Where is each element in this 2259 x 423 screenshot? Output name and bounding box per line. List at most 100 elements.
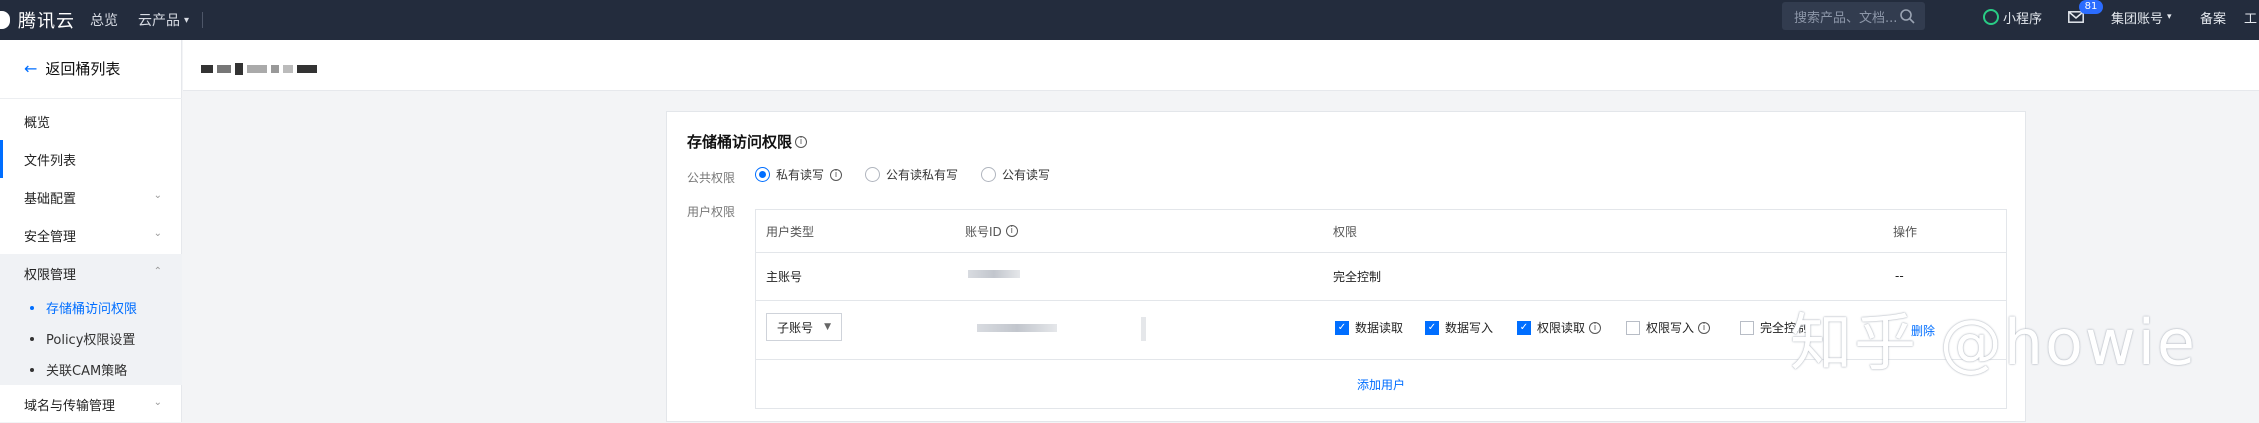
checkbox-data-write[interactable]: ✓ 数据写入 [1425, 319, 1493, 336]
checkbox-box [1740, 320, 1754, 335]
radio-label: 公有读写 [1002, 168, 1051, 182]
checkbox-label: 权限写入 [1646, 321, 1695, 335]
account-label: 集团账号 [2111, 11, 2164, 27]
radio-circle [755, 167, 770, 182]
redacted-fragment [1141, 317, 1146, 341]
top-navigation-bar: 腾讯云 总览 云产品 ▾ 搜索产品、文档... 小程序 81 集团账号 ▾ 备案… [0, 0, 2259, 40]
search-icon[interactable] [1899, 8, 1915, 24]
mail-count-badge: 81 [2079, 0, 2103, 14]
select-value: 子账号 [777, 320, 814, 335]
sidebar-item-label: 域名与传输管理 [24, 398, 116, 414]
mini-program-icon [1983, 9, 1999, 25]
redacted-account-id [968, 270, 1020, 278]
checkbox-data-read[interactable]: ✓ 数据读取 [1335, 319, 1403, 336]
sidebar-subitem-label: 关联CAM策略 [46, 364, 128, 379]
row1-permission: 完全控制 [1333, 269, 1382, 284]
check-icon: ✓ [1335, 320, 1349, 335]
sidebar-item-label: 文件列表 [24, 153, 77, 169]
beian-link[interactable]: 备案 [2200, 0, 2226, 34]
sidebar-item-label: 基础配置 [24, 191, 77, 207]
column-header-action: 操作 [1893, 224, 1918, 239]
info-icon[interactable]: i [1698, 321, 1711, 334]
bullet-icon [30, 337, 34, 341]
checkbox-label: 数据写入 [1445, 321, 1494, 335]
sidebar-item-label: 权限管理 [24, 267, 77, 283]
logo-text: 腾讯云 [18, 11, 75, 32]
arrow-left-icon: ← [24, 59, 38, 78]
sidebar-item-domain-transfer[interactable]: 域名与传输管理 ⌄ [0, 385, 182, 423]
redacted-bucket-name [201, 63, 317, 75]
search-input[interactable]: 搜索产品、文档... [1782, 2, 1925, 30]
bucket-header [183, 40, 2259, 91]
sidebar-divider [0, 98, 182, 99]
nav-divider [202, 12, 203, 28]
caret-down-icon: ▼ [824, 322, 831, 332]
nav-overview[interactable]: 总览 [90, 0, 118, 40]
nav-products[interactable]: 云产品 ▾ [138, 0, 189, 40]
sidebar-subitem-label: Policy权限设置 [46, 333, 136, 348]
redacted-account-input[interactable] [941, 301, 1176, 359]
nav-overview-label: 总览 [90, 13, 118, 29]
sidebar-item-overview[interactable]: 概览 [0, 102, 182, 140]
radio-label: 私有读写 [776, 168, 825, 182]
sidebar-subitem-label: 存储桶访问权限 [46, 302, 138, 317]
chevron-up-icon: ⌃ [153, 266, 162, 277]
radio-public-read-private-write[interactable]: 公有读私有写 [865, 166, 958, 183]
tencent-cloud-logo[interactable]: 腾讯云 [0, 0, 75, 40]
check-icon: ✓ [1425, 320, 1439, 335]
back-label: 返回桶列表 [45, 60, 121, 78]
chevron-down-icon: ⌄ [153, 228, 162, 239]
bullet-icon [30, 306, 34, 310]
row1-user-type: 主账号 [766, 269, 803, 284]
chevron-down-icon: ⌄ [153, 397, 162, 408]
column-header-account-id: 账号ID i [965, 210, 1018, 252]
checkbox-box [1626, 320, 1640, 335]
radio-public-rw[interactable]: 公有读写 [981, 166, 1050, 183]
radio-label: 公有读私有写 [886, 168, 959, 182]
check-icon: ✓ [1517, 320, 1531, 335]
info-icon[interactable]: i [1589, 321, 1602, 334]
column-header-user-type: 用户类型 [766, 224, 815, 239]
user-permission-label: 用户权限 [687, 205, 736, 219]
checkbox-label: 权限读取 [1537, 321, 1586, 335]
column-header-permission: 权限 [1333, 224, 1358, 239]
radio-circle [981, 167, 996, 182]
sidebar-subitem-cam[interactable]: 关联CAM策略 [0, 354, 182, 385]
chevron-down-icon: ⌄ [153, 190, 162, 201]
radio-private-rw[interactable]: 私有读写 i [755, 166, 843, 183]
bullet-icon [30, 368, 34, 372]
sidebar-subitem-bucket-acl[interactable]: 存储桶访问权限 [0, 292, 182, 323]
column-header-label: 账号ID [965, 224, 1002, 239]
sidebar-subitem-policy[interactable]: Policy权限设置 [0, 323, 182, 354]
caret-down-icon: ▾ [2167, 12, 2172, 22]
account-menu[interactable]: 集团账号 ▾ [2111, 0, 2172, 34]
zhihu-watermark: 知乎 @howie [1790, 306, 2198, 379]
card-title-text: 存储桶访问权限 [687, 133, 793, 151]
back-to-bucket-list[interactable]: ← 返回桶列表 [24, 58, 120, 79]
info-icon[interactable]: i [1005, 225, 1018, 237]
sidebar-item-basic-config[interactable]: 基础配置 ⌄ [0, 178, 182, 216]
mini-program-label: 小程序 [2003, 11, 2043, 27]
caret-down-icon: ▾ [184, 14, 190, 26]
user-type-select[interactable]: 子账号 ▼ [766, 313, 842, 341]
beian-label: 备案 [2200, 11, 2227, 27]
tools-label: 工 [2244, 11, 2258, 27]
sidebar-item-permissions[interactable]: 权限管理 ⌃ [0, 254, 182, 292]
checkbox-acl-read[interactable]: ✓ 权限读取 i [1517, 319, 1602, 336]
sidebar-item-label: 概览 [24, 115, 51, 131]
nav-products-label: 云产品 [138, 13, 180, 29]
logo-icon [0, 11, 10, 29]
info-icon[interactable]: i [795, 135, 808, 148]
card-title: 存储桶访问权限 i [687, 131, 808, 152]
radio-circle [865, 167, 880, 182]
public-permission-label: 公共权限 [687, 171, 736, 185]
mini-program-button[interactable]: 小程序 [1983, 0, 2042, 34]
search-placeholder: 搜索产品、文档... [1794, 10, 1898, 26]
info-icon[interactable]: i [830, 168, 843, 181]
sidebar-item-file-list[interactable]: 文件列表 [0, 140, 182, 178]
sidebar-item-security[interactable]: 安全管理 ⌄ [0, 216, 182, 254]
tools-link[interactable]: 工 [2244, 0, 2257, 34]
sidebar: ← 返回桶列表 概览 文件列表 基础配置 ⌄ 安全管理 ⌄ 权限管理 ⌃ 存储桶… [0, 40, 182, 422]
sidebar-item-label: 安全管理 [24, 229, 77, 245]
checkbox-acl-write[interactable]: 权限写入 i [1626, 319, 1711, 336]
